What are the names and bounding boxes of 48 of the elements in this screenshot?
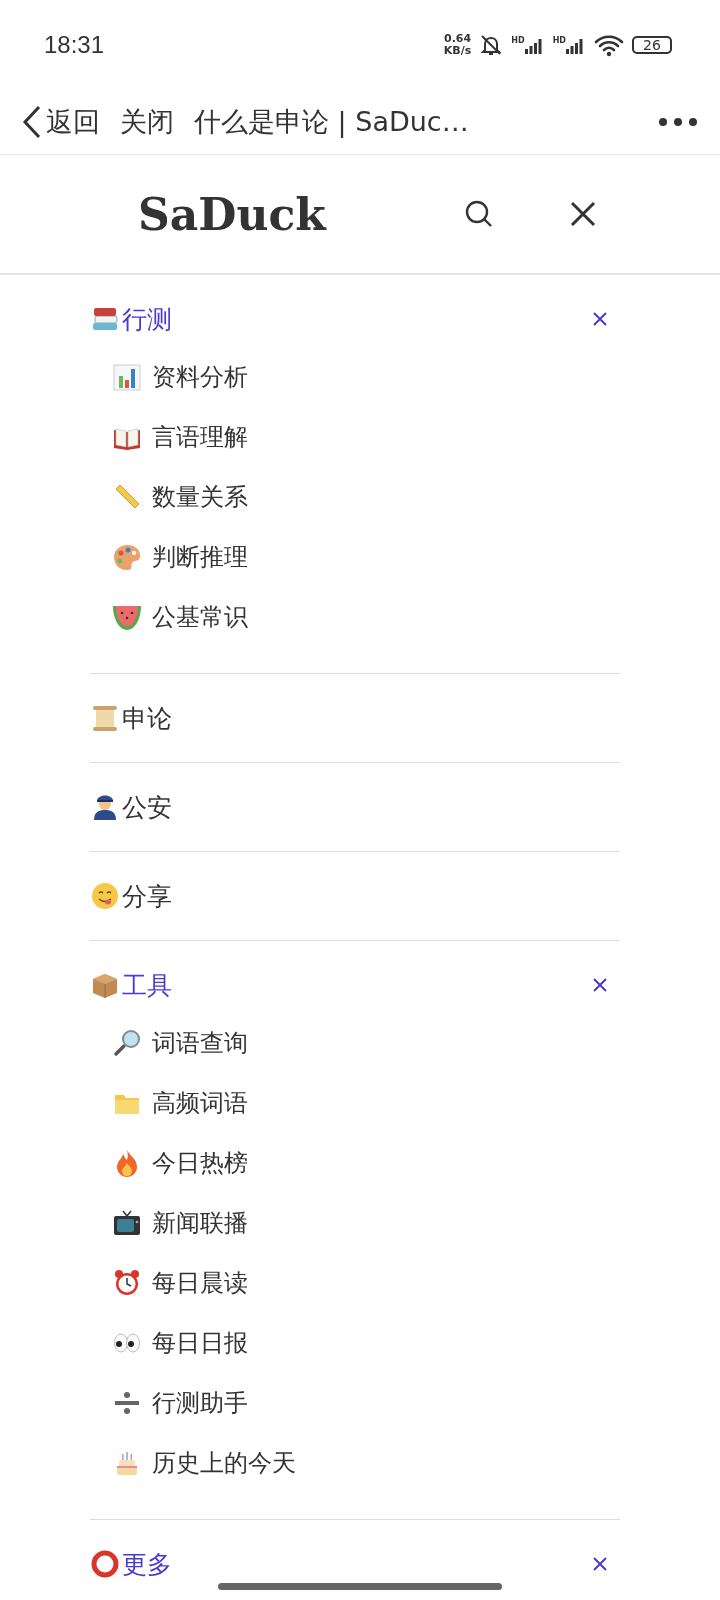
menu-item[interactable]: 资料分析 [152, 361, 248, 393]
page-title: 什么是申论 | SaDuc… [194, 105, 469, 140]
signal-icon [566, 36, 586, 54]
menu-item[interactable]: 历史上的今天 [152, 1447, 296, 1479]
search-icon[interactable] [463, 199, 494, 229]
smiley-icon [90, 881, 120, 911]
menu-section[interactable]: 更多 [122, 1547, 172, 1581]
menu-item[interactable]: 每日晨读 [152, 1267, 248, 1299]
magnifier-icon [112, 1028, 142, 1058]
back-button[interactable]: 返回 [22, 104, 100, 140]
menu-item[interactable]: 数量关系 [152, 481, 248, 513]
palette-icon [112, 542, 142, 572]
close-link[interactable]: 关闭 [120, 104, 174, 140]
menu-item[interactable]: 言语理解 [152, 421, 248, 453]
clock-time: 18:31 [44, 31, 105, 59]
bar-chart-icon [112, 362, 142, 392]
alarm-clock-icon [112, 1268, 142, 1298]
tv-icon [112, 1208, 142, 1238]
menu-item[interactable]: 今日热榜 [152, 1147, 248, 1179]
menu-item[interactable]: 高频词语 [152, 1087, 248, 1119]
menu-item[interactable]: 行测助手 [152, 1387, 248, 1419]
scroll-icon [90, 703, 120, 733]
menu-section[interactable]: 公安 [122, 790, 172, 824]
close-icon[interactable] [569, 201, 596, 227]
menu-section[interactable]: 行测 [122, 302, 172, 336]
hd-label: HD [552, 36, 566, 45]
menu-section[interactable]: 工具 [122, 968, 172, 1002]
signal-icon [524, 36, 545, 54]
menu-item[interactable]: 每日日报 [152, 1327, 248, 1359]
collapse-icon[interactable] [592, 1556, 608, 1572]
muted-bell-icon [479, 33, 504, 57]
hd-label: HD [511, 36, 525, 45]
menu-section[interactable]: 分享 [122, 879, 172, 913]
menu-item[interactable]: 词语查询 [152, 1027, 248, 1059]
back-chevron-icon [22, 105, 42, 139]
battery-indicator: 26 [632, 36, 672, 54]
ring-icon [90, 1549, 120, 1579]
menu-item[interactable]: 判断推理 [152, 541, 248, 573]
wifi-icon [594, 33, 624, 57]
more-icon[interactable] [658, 117, 698, 127]
menu-section[interactable]: 申论 [122, 701, 172, 735]
network-speed-unit: KB/s [443, 45, 472, 57]
menu-item[interactable]: 公基常识 [152, 601, 248, 633]
collapse-icon[interactable] [592, 311, 608, 327]
site-logo[interactable]: SaDuck [138, 188, 326, 240]
network-speed-value: 0.64 [444, 33, 472, 45]
menu-item[interactable]: 新闻联播 [152, 1207, 248, 1239]
collapse-icon[interactable] [592, 977, 608, 993]
